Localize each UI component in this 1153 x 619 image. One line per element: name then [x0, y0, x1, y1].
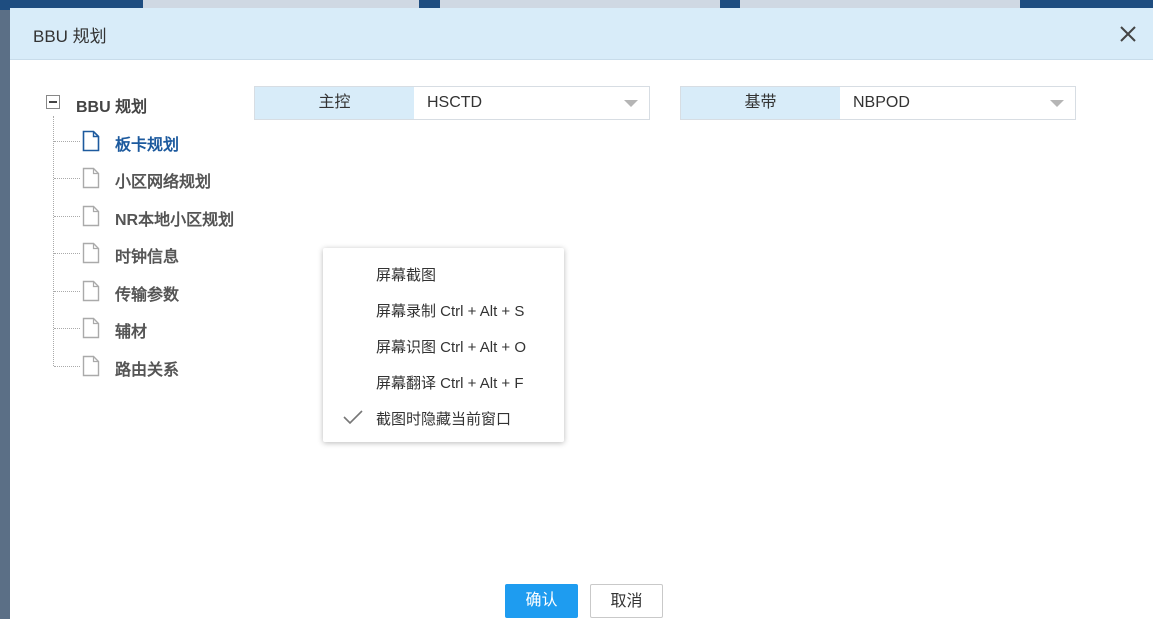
menu-item-screen-recognize[interactable]: 屏幕识图 Ctrl + Alt + O	[323, 328, 564, 362]
baseband-select[interactable]: 基带 NBPOD	[680, 86, 1076, 120]
menu-item-label: 屏幕翻译 Ctrl + Alt + F	[376, 375, 524, 392]
checkmark-icon	[343, 410, 363, 425]
main-control-value: HSCTD	[427, 94, 483, 111]
tree-item-label: NR本地小区规划	[115, 212, 235, 229]
background-tab	[143, 0, 419, 8]
background-tab	[740, 0, 1020, 8]
document-icon	[82, 130, 100, 152]
background-tab	[440, 0, 720, 8]
document-icon	[82, 355, 100, 377]
tree-item-label: 辅材	[115, 324, 148, 341]
tree-root-label: BBU 规划	[76, 99, 148, 116]
dialog-title: BBU 规划	[33, 27, 107, 46]
menu-item-screen-record[interactable]: 屏幕录制 Ctrl + Alt + S	[323, 292, 564, 326]
menu-item-screenshot[interactable]: 屏幕截图	[323, 256, 564, 290]
baseband-label: 基带	[681, 87, 840, 119]
main-control-select[interactable]: 主控 HSCTD	[254, 86, 650, 120]
tree-connector	[54, 366, 80, 367]
menu-item-screen-translate[interactable]: 屏幕翻译 Ctrl + Alt + F	[323, 364, 564, 398]
menu-item-label: 截图时隐藏当前窗口	[376, 411, 512, 428]
collapse-minus-icon[interactable]	[46, 95, 60, 109]
tree-connector	[54, 178, 80, 179]
document-icon	[82, 242, 100, 264]
bbu-planning-dialog: BBU 规划 BBU 规划 板卡规划 小区网络规划 NR本地小区规划 时钟信息 …	[10, 8, 1153, 619]
menu-item-label: 屏幕截图	[376, 267, 437, 284]
main-control-label: 主控	[255, 87, 414, 119]
confirm-button[interactable]: 确认	[505, 584, 578, 618]
document-icon	[82, 205, 100, 227]
document-icon	[82, 280, 100, 302]
tree-connector	[54, 291, 80, 292]
dialog-header: BBU 规划	[10, 8, 1153, 60]
tree-item-label: 传输参数	[115, 287, 180, 304]
close-button[interactable]	[1116, 22, 1140, 46]
tree-item-label: 路由关系	[115, 362, 180, 379]
document-icon	[82, 167, 100, 189]
tree-item-label: 时钟信息	[115, 249, 180, 266]
menu-item-hide-window-on-capture[interactable]: 截图时隐藏当前窗口	[323, 400, 564, 434]
tree-item-label: 板卡规划	[115, 137, 180, 154]
cancel-button[interactable]: 取消	[590, 584, 663, 618]
screenshot-context-menu: 屏幕截图 屏幕录制 Ctrl + Alt + S 屏幕识图 Ctrl + Alt…	[323, 248, 564, 442]
chevron-down-icon[interactable]	[1050, 100, 1064, 107]
close-icon	[1120, 26, 1136, 42]
tree-item-label: 小区网络规划	[115, 174, 212, 191]
tree-connector	[54, 216, 80, 217]
tree-connector	[54, 141, 80, 142]
background-left-edge	[0, 10, 10, 619]
document-icon	[82, 317, 100, 339]
chevron-down-icon[interactable]	[624, 100, 638, 107]
tree-connector	[54, 253, 80, 254]
baseband-value: NBPOD	[853, 94, 910, 111]
tree-connector	[54, 328, 80, 329]
menu-item-label: 屏幕识图 Ctrl + Alt + O	[376, 339, 527, 356]
menu-item-label: 屏幕录制 Ctrl + Alt + S	[376, 303, 525, 320]
